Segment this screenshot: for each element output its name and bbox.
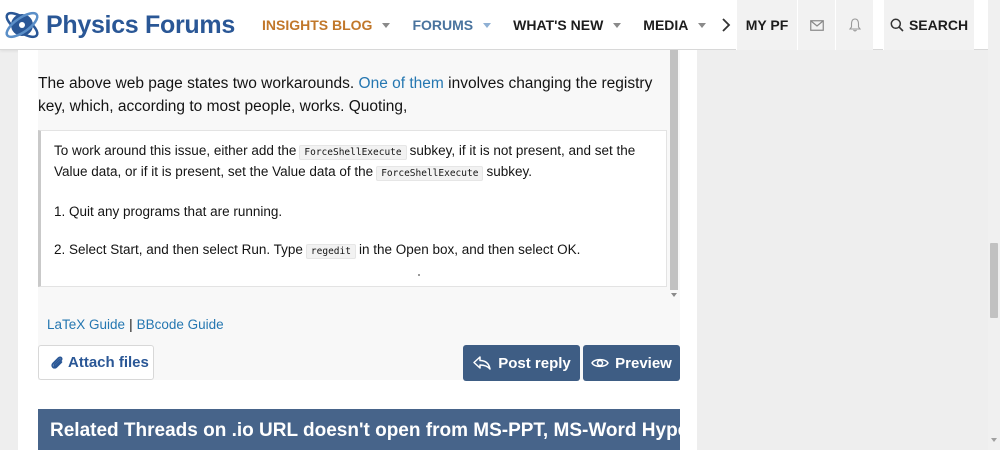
editor-footer: LaTeX Guide | BBcode Guide Attach files Po…: [38, 300, 680, 381]
attach-files-button[interactable]: Attach files: [38, 345, 154, 380]
quote-text: subkey.: [486, 164, 532, 179]
site-logo[interactable]: Physics Forums: [0, 4, 240, 46]
alerts-button[interactable]: [835, 0, 873, 50]
quote-text: To work around this issue, either add th…: [54, 143, 297, 158]
quote-step-2: 2. Select Start, and then select Run. Ty…: [54, 240, 654, 261]
site-header: Physics Forums INSIGHTS BLOG FORUMS WHAT…: [0, 0, 988, 50]
quote-text: in the Open box, and then select OK.: [358, 242, 581, 257]
caret-down-icon[interactable]: [382, 22, 391, 28]
quote-body: To work around this issue, either add th…: [54, 141, 654, 280]
attach-files-label: Attach files: [68, 354, 149, 371]
editor-paragraph: The above web page states two workaround…: [38, 72, 663, 118]
scroll-down-arrow-icon[interactable]: [671, 293, 677, 297]
nav-label: INSIGHTS BLOG: [262, 17, 373, 33]
page-scrollbar[interactable]: [988, 0, 1000, 450]
related-threads-header: Related Threads on .io URL doesn't open …: [38, 409, 680, 450]
quote-block: To work around this issue, either add th…: [38, 130, 667, 287]
nav-label: WHAT'S NEW: [513, 17, 604, 33]
my-pf-label: MY PF: [745, 17, 789, 33]
paperclip-icon: [51, 355, 63, 369]
one-of-them-link[interactable]: One of them: [359, 75, 444, 92]
page-scrollbar-thumb[interactable]: [990, 243, 998, 318]
nav-forums[interactable]: FORUMS: [412, 17, 492, 33]
search-button[interactable]: SEARCH: [883, 0, 974, 50]
latex-guide-link[interactable]: LaTeX Guide: [47, 317, 125, 332]
search-icon: [890, 18, 904, 32]
scroll-down-arrow-icon[interactable]: [991, 438, 997, 442]
bbcode-guide-link[interactable]: BBcode Guide: [137, 317, 224, 332]
nav-insights-blog[interactable]: INSIGHTS BLOG: [262, 17, 391, 33]
inline-code: regedit: [305, 244, 356, 259]
post-reply-button[interactable]: Post reply: [463, 345, 580, 381]
quote-paragraph: To work around this issue, either add th…: [54, 141, 654, 183]
main-nav: INSIGHTS BLOG FORUMS WHAT'S NEW MEDIA: [262, 0, 728, 50]
inbox-button[interactable]: [797, 0, 835, 50]
caret-down-icon[interactable]: [698, 22, 707, 28]
bell-icon: [848, 18, 861, 32]
atom-logo-icon: [5, 11, 39, 39]
search-label: SEARCH: [908, 17, 969, 33]
intro-text: The above web page states two workaround…: [38, 75, 359, 92]
quote-text: 2. Select Start, and then select Run. Ty…: [54, 242, 303, 257]
right-sidebar: [697, 50, 988, 450]
post-reply-label: Post reply: [498, 354, 571, 372]
inline-code: ForceShellExecute: [376, 166, 484, 181]
eye-icon: [591, 358, 609, 368]
caret-down-icon[interactable]: [613, 22, 622, 28]
nav-media[interactable]: MEDIA: [643, 17, 707, 33]
preview-button[interactable]: Preview: [583, 345, 680, 381]
editor-scrollbar[interactable]: [668, 50, 680, 300]
related-threads-title: Related Threads on .io URL doesn't open …: [50, 420, 680, 441]
nav-label: FORUMS: [412, 17, 474, 33]
reply-editor[interactable]: The above web page states two workaround…: [38, 50, 680, 300]
quote-step-1: 1. Quit any programs that are running.: [54, 204, 283, 219]
guide-separator: |: [129, 317, 133, 332]
envelope-icon: [809, 19, 824, 31]
inline-code: ForceShellExecute: [299, 145, 407, 160]
quote-marker: [418, 274, 420, 276]
logo-text: Physics Forums: [46, 11, 235, 39]
chevron-right-icon[interactable]: [720, 16, 732, 34]
guide-links: LaTeX Guide | BBcode Guide: [47, 317, 224, 332]
editor-scrollbar-thumb[interactable]: [670, 50, 678, 290]
my-pf-button[interactable]: MY PF: [736, 0, 797, 50]
caret-down-icon[interactable]: [483, 22, 492, 28]
nav-label: MEDIA: [643, 17, 689, 33]
preview-label: Preview: [615, 354, 672, 372]
nav-whats-new[interactable]: WHAT'S NEW: [513, 17, 622, 33]
user-area: MY PF SEARCH: [736, 0, 974, 50]
reply-arrow-icon: [473, 356, 491, 370]
